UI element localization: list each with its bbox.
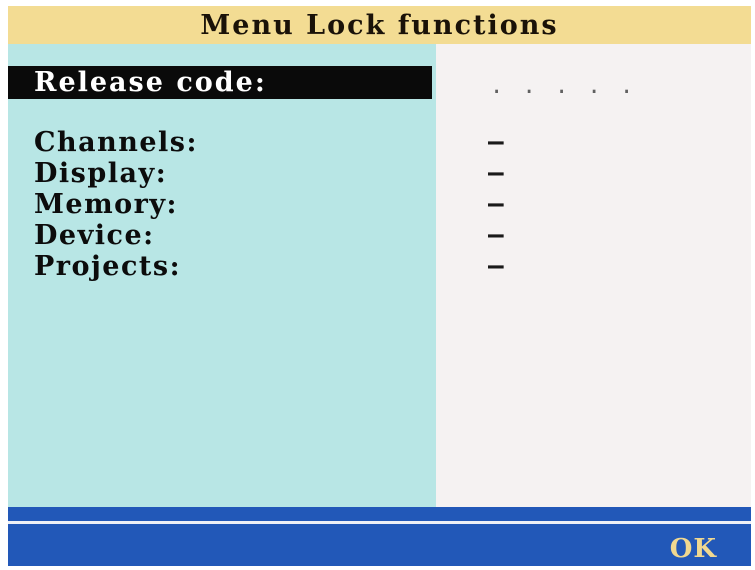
release-code-value[interactable]: . . . . . bbox=[490, 74, 636, 99]
release-code-row-selected[interactable]: Release code: bbox=[8, 66, 432, 99]
lock-item-projects[interactable]: Projects: bbox=[34, 251, 198, 282]
title-bar: Menu Lock functions bbox=[8, 6, 751, 44]
lock-function-list: Channels: Display: Memory: Device: Proje… bbox=[34, 127, 198, 282]
lock-item-memory[interactable]: Memory: bbox=[34, 189, 198, 220]
window-title: Menu Lock functions bbox=[200, 9, 559, 41]
labels-pane: Release code: Channels: Display: Memory:… bbox=[8, 44, 436, 507]
lock-value-display[interactable]: — bbox=[488, 158, 504, 189]
lock-value-memory[interactable]: — bbox=[488, 189, 504, 220]
lock-value-list: — — — — — bbox=[488, 127, 504, 282]
footer-divider bbox=[8, 521, 751, 524]
release-code-label: Release code: bbox=[34, 67, 267, 98]
lock-item-channels[interactable]: Channels: bbox=[34, 127, 198, 158]
footer-bar: OK bbox=[8, 507, 751, 566]
menu-lock-screen: Menu Lock functions Release code: Channe… bbox=[8, 6, 751, 566]
lock-item-display[interactable]: Display: bbox=[34, 158, 198, 189]
lock-value-channels[interactable]: — bbox=[488, 127, 504, 158]
values-pane: . . . . . — — — — — bbox=[436, 44, 751, 507]
ok-button[interactable]: OK bbox=[670, 534, 717, 564]
lock-item-device[interactable]: Device: bbox=[34, 220, 198, 251]
lock-value-device[interactable]: — bbox=[488, 220, 504, 251]
lock-value-projects[interactable]: — bbox=[488, 251, 504, 282]
